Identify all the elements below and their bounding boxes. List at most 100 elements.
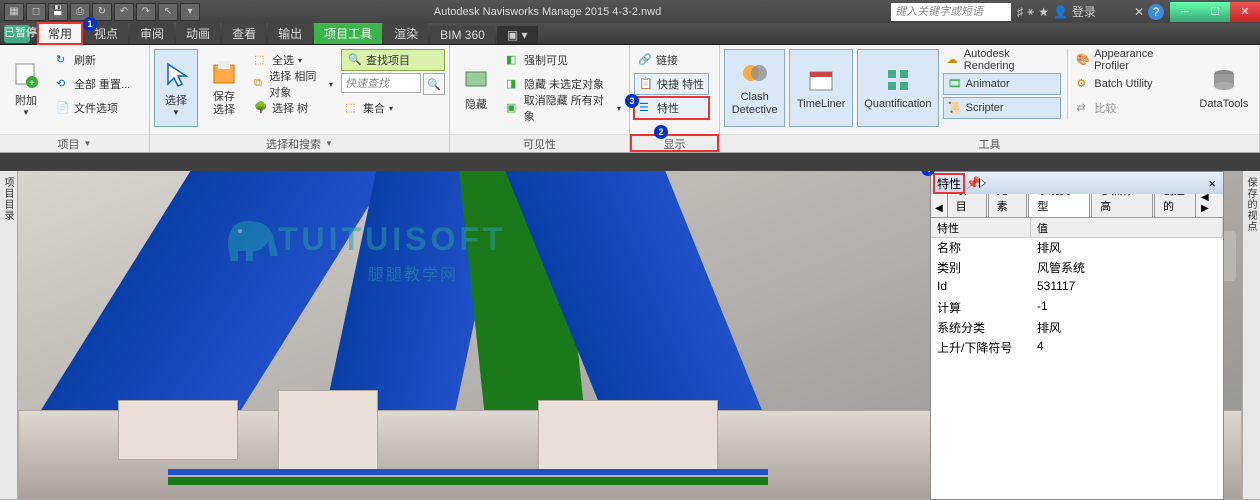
append-button[interactable]: + 附加▼ <box>4 49 48 127</box>
quantification-button[interactable]: Quantification <box>857 49 939 127</box>
tool-icon[interactable]: ♯ <box>1017 5 1023 19</box>
qat-select-icon[interactable]: ↖ <box>158 3 178 21</box>
tab-home[interactable]: 常用 <box>38 23 82 44</box>
maximize-button[interactable]: ☐ <box>1200 2 1230 22</box>
file-icon: 📄 <box>56 101 70 115</box>
qat-save-icon[interactable]: 💾 <box>48 3 68 21</box>
badge-2: 2 <box>654 125 668 139</box>
quick-access-toolbar: ▦ ◻ 💾 ⎙ ↻ ↶ ↷ ↖ ▾ <box>0 3 204 21</box>
compare-button[interactable]: ⇄比较 <box>1072 97 1188 119</box>
select-same-icon: ⧉ <box>254 77 265 91</box>
tab-render[interactable]: 渲染 <box>384 23 428 44</box>
tool-icon[interactable]: ⚹ <box>1027 4 1034 19</box>
timeliner-button[interactable]: TimeLiner <box>789 49 853 127</box>
prop-name: 名称 <box>931 238 1031 258</box>
refresh-button[interactable]: ↻刷新 <box>52 49 134 71</box>
hide-icon <box>462 64 490 92</box>
property-row[interactable]: 类别风管系统 <box>931 258 1223 278</box>
title-bar: ▦ ◻ 💾 ⎙ ↻ ↶ ↷ ↖ ▾ Autodesk Navisworks Ma… <box>0 0 1260 23</box>
panel-label-select: 选择和搜索▼ <box>150 134 449 152</box>
login-label[interactable]: 登录 <box>1072 3 1096 20</box>
tab-extra-icon[interactable]: ▣ ▾ <box>497 26 538 44</box>
qat-redo-icon[interactable]: ↷ <box>136 3 156 21</box>
search-input[interactable]: 键入关键字或短语 <box>891 3 1011 21</box>
tab-review[interactable]: 审阅 <box>130 23 174 44</box>
links-button[interactable]: 🔗链接 <box>634 49 709 71</box>
clash-icon <box>741 59 769 87</box>
tab-item-tools[interactable]: 项目工具 <box>314 23 382 44</box>
batch-button[interactable]: ⚙Batch Utility <box>1072 73 1188 95</box>
ribbon-tabs: 常用 视点 审阅 动画 查看 输出 项目工具 渲染 BIM 360 ▣ ▾ <box>0 23 1260 45</box>
quant-icon <box>884 66 912 94</box>
panel-close-button[interactable]: × <box>1205 176 1219 191</box>
close-button[interactable]: ✕ <box>1230 2 1260 22</box>
prop-value: 风管系统 <box>1031 258 1223 278</box>
animator-button[interactable]: 🎞Animator <box>943 73 1062 95</box>
quick-props-icon: 📋 <box>639 77 653 91</box>
watermark-sub: 腿腿教学网 <box>368 261 458 285</box>
property-row[interactable]: 计算-1 <box>931 298 1223 318</box>
qat-open-icon[interactable]: ◻ <box>26 3 46 21</box>
require-button[interactable]: ◧强制可见 <box>502 49 625 71</box>
timeliner-icon <box>807 66 835 94</box>
appearance-button[interactable]: 🎨Appearance Profiler <box>1072 49 1188 71</box>
exchange-icon[interactable]: ✕ <box>1134 5 1144 19</box>
unhide-all-button[interactable]: ▣取消隐藏 所有对象 ▾ <box>502 97 625 119</box>
rail-project-tree[interactable]: 项目目录 <box>0 171 17 500</box>
properties-titlebar[interactable]: 特性 📌 × <box>931 172 1223 194</box>
tab-view[interactable]: 查看 <box>222 23 266 44</box>
select-button[interactable]: 选择▼ <box>154 49 198 127</box>
properties-button[interactable]: ☰特性 <box>634 97 709 119</box>
property-row[interactable]: Id531117 <box>931 278 1223 298</box>
panel-visibility: 隐藏 ◧强制可见 ◨隐藏 未选定对象 ▣取消隐藏 所有对象 ▾ 可见性 <box>450 45 630 152</box>
tool-icon[interactable]: ★ <box>1038 5 1049 19</box>
selection-tree-button[interactable]: 🌳选择 树 <box>250 97 337 119</box>
scripter-button[interactable]: 📜Scripter <box>943 97 1062 119</box>
qat-undo-icon[interactable]: ↶ <box>114 3 134 21</box>
panel-label-tools: 工具 <box>720 134 1259 152</box>
help-icon[interactable]: ? <box>1148 4 1164 20</box>
3d-viewport[interactable]: TUITUISOFT 腿腿教学网 ✋ 4 特性 📌 × ◀ 项目 元素 系统类型 <box>18 171 1242 500</box>
hide-button[interactable]: 隐藏 <box>454 49 498 127</box>
prop-name: 系统分类 <box>931 318 1031 338</box>
quick-props-button[interactable]: 📋快捷 特性 <box>634 73 709 95</box>
compare-icon: ⇄ <box>1076 101 1090 115</box>
datatools-button[interactable]: DataTools <box>1193 49 1255 127</box>
rendering-button[interactable]: ☁Autodesk Rendering <box>943 49 1062 71</box>
file-options-button[interactable]: 📄文件选项 <box>52 97 134 119</box>
property-row[interactable]: 名称排风 <box>931 238 1223 258</box>
tab-bim360[interactable]: BIM 360 <box>430 26 495 44</box>
mouse-cursor-icon <box>979 178 986 188</box>
user-icon[interactable]: 👤 <box>1053 5 1068 19</box>
clash-button[interactable]: Clash Detective <box>724 49 785 127</box>
tab-animation[interactable]: 动画 <box>176 23 220 44</box>
tab-scroll-left[interactable]: ◀ <box>931 200 947 217</box>
sets-icon: ⬚ <box>345 101 359 115</box>
qat-dropdown-icon[interactable]: ▾ <box>180 3 200 21</box>
minimize-button[interactable]: ─ <box>1170 2 1200 22</box>
find-items-button[interactable]: 🔍查找项目 <box>341 49 445 71</box>
save-selection-button[interactable]: 保存 选择 <box>202 49 246 127</box>
qat-new-icon[interactable]: ▦ <box>4 3 24 21</box>
prop-header-row: 特性 值 <box>931 218 1223 238</box>
watermark-text: TUITUISOFT <box>278 221 506 258</box>
select-same-button[interactable]: ⧉选择 相同对象 ▾ <box>250 73 337 95</box>
unhide-icon: ▣ <box>506 101 520 115</box>
batch-icon: ⚙ <box>1076 77 1090 91</box>
prop-name: 计算 <box>931 298 1031 318</box>
property-row[interactable]: 系统分类排风 <box>931 318 1223 338</box>
quick-find-input[interactable]: 快速查找 <box>341 73 421 93</box>
qat-refresh-icon[interactable]: ↻ <box>92 3 112 21</box>
sets-button[interactable]: ⬚集合 ▾ <box>341 97 445 119</box>
prop-value: 4 <box>1031 338 1223 358</box>
save-sel-icon <box>210 59 238 87</box>
panel-label-project: 项目▼ <box>0 134 149 152</box>
panel-label-visibility: 可见性 <box>450 134 629 152</box>
rail-saved-viewpoints[interactable]: 保存的视点 <box>1241 171 1260 500</box>
quick-find-go[interactable]: 🔍 <box>423 73 445 95</box>
tab-output[interactable]: 输出 <box>268 23 312 44</box>
datatools-icon <box>1210 66 1238 94</box>
prop-value: 531117 <box>1031 278 1223 298</box>
reset-all-button[interactable]: ⟲全部 重置... <box>52 73 134 95</box>
property-row[interactable]: 上升/下降符号4 <box>931 338 1223 358</box>
